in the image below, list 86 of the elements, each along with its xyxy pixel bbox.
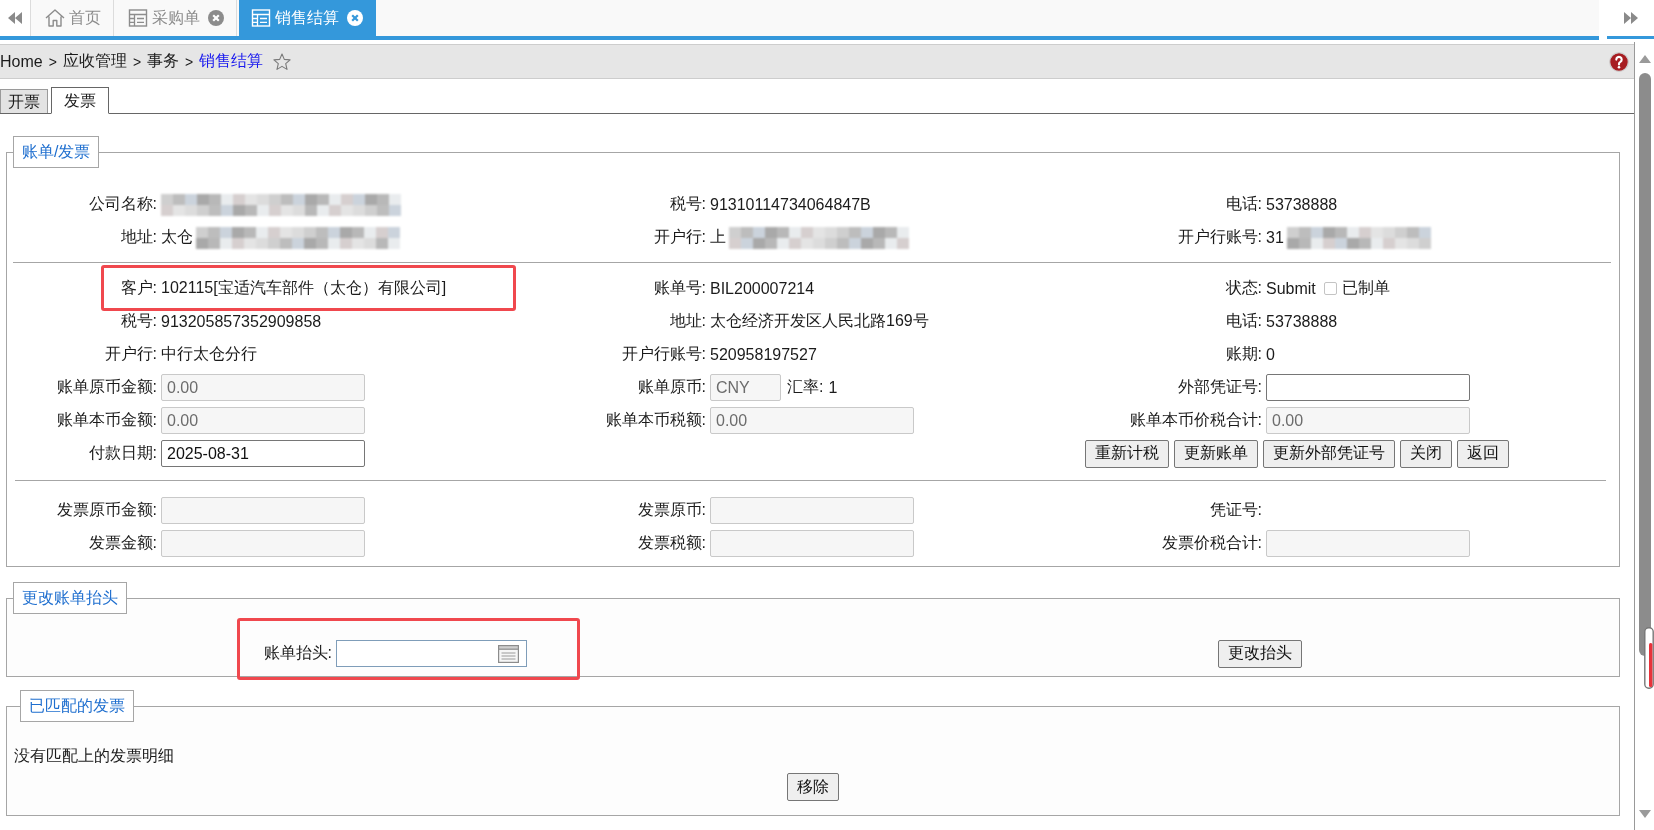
lookup-field[interactable] [336, 640, 527, 667]
field-label: 地址: [668, 311, 706, 331]
action-button[interactable]: 关闭 [1400, 439, 1452, 468]
field-label: 电话: [1224, 194, 1262, 214]
table-icon [251, 8, 271, 28]
field-value: 53738888 [1266, 195, 1338, 214]
field-value: 太仓 [161, 227, 193, 247]
double-left-icon [8, 12, 22, 24]
text-field[interactable]: 2025-08-31 [161, 440, 365, 467]
field-label: 电话: [1224, 311, 1262, 331]
action-button[interactable]: 更新外部凭证号 [1263, 439, 1395, 468]
field-value: 913205857352909858 [161, 312, 322, 331]
field-label: 发票原币金额: [55, 500, 157, 520]
field-value: 0 [1266, 345, 1275, 364]
list-icon[interactable] [498, 644, 519, 663]
breadcrumb-separator: > [185, 53, 194, 70]
field-label: 账单号: [652, 278, 706, 298]
text-field[interactable] [1266, 374, 1470, 401]
field-value: 1 [828, 378, 838, 397]
empty-message: 没有匹配上的发票明细 [14, 746, 175, 766]
field-label: 账单原币金额: [55, 377, 157, 397]
double-right-icon [1623, 12, 1638, 24]
scroll-tabs-left-button[interactable] [0, 0, 31, 36]
field-label: 付款日期: [87, 443, 157, 463]
field-label: 账单本币金额: [55, 410, 157, 430]
checkbox[interactable] [1323, 282, 1337, 295]
scroll-up-icon[interactable] [1638, 55, 1651, 63]
field-value: 102115[宝适汽车部件（太仓）有限公司] [161, 278, 447, 298]
field-value: 520958197527 [710, 345, 817, 364]
field-label: 发票价税合计: [1160, 533, 1262, 553]
field-label: 税号: [668, 194, 706, 214]
field-label: 税号: [119, 311, 157, 331]
section-legend: 更改账单抬头 [13, 582, 127, 614]
field-label: 开户行: [652, 227, 706, 247]
breadcrumb-separator: > [132, 53, 142, 70]
field-label: 公司名称: [87, 194, 157, 214]
field-value: 中行太仓分行 [161, 344, 257, 364]
field-label: 状态: [1224, 278, 1262, 298]
field-label: 开户行账号: [1176, 227, 1262, 247]
field-label: 开户行: [103, 344, 157, 364]
field-label: 发票原币: [636, 500, 706, 520]
field-value: 上 [710, 227, 726, 247]
section-legend: 已匹配的发票 [20, 690, 134, 722]
field-label: 账单本币税额: [604, 410, 706, 430]
tab[interactable]: 发票 [51, 87, 109, 114]
action-button[interactable]: 重新计税 [1085, 439, 1169, 468]
field-label: 账单抬头: [262, 643, 332, 663]
scrollbar[interactable] [1634, 42, 1654, 830]
breadcrumb-separator: > [48, 53, 57, 70]
section-legend: 账单/发票 [13, 136, 100, 168]
field-label: 凭证号: [1208, 500, 1262, 520]
close-icon[interactable] [208, 10, 224, 26]
breadcrumb-link[interactable]: Home [0, 52, 43, 71]
field-label: 汇率: [787, 377, 824, 397]
field-value: 53738888 [1266, 312, 1338, 331]
field-label: 发票金额: [87, 533, 157, 553]
action-button[interactable]: 更改抬头 [1218, 639, 1302, 668]
field-label: 客户: [119, 278, 157, 298]
scroll-marker-icon [1644, 627, 1654, 689]
scroll-down-icon[interactable] [1638, 810, 1651, 818]
breadcrumb-link[interactable]: 应收管理 [62, 51, 127, 72]
action-button[interactable]: 返回 [1457, 439, 1509, 468]
action-button[interactable]: 更新账单 [1174, 439, 1258, 468]
table-icon [128, 8, 148, 28]
tab[interactable]: 开票 [0, 89, 48, 113]
breadcrumb-current: 销售结算 [199, 51, 264, 71]
field-label: 外部凭证号: [1176, 377, 1262, 397]
field-value: 31 [1266, 228, 1284, 247]
field-value: 91310114734064847B [710, 195, 871, 214]
home-icon [45, 8, 65, 28]
field-label: 发票税额: [636, 533, 706, 553]
field-label: 账单本币价税合计: [1128, 410, 1262, 430]
star-icon[interactable] [273, 52, 292, 71]
field-label: 账单原币: [636, 377, 706, 397]
field-label: 账期: [1224, 344, 1262, 364]
field-value: 太仓经济开发区人民北路169号 [710, 311, 929, 331]
help-icon[interactable] [1609, 51, 1629, 72]
field-label: 开户行账号: [620, 344, 706, 364]
field-label: 地址: [119, 227, 157, 247]
field-value: BIL200007214 [710, 279, 815, 298]
close-icon[interactable] [347, 10, 363, 26]
remove-button[interactable]: 移除 [787, 773, 839, 801]
scrollbar-thumb[interactable] [1638, 73, 1651, 656]
breadcrumb-link[interactable]: 事务 [147, 51, 180, 72]
field-value: Submit [1266, 279, 1316, 298]
checkbox-label: 已制单 [1341, 278, 1390, 298]
